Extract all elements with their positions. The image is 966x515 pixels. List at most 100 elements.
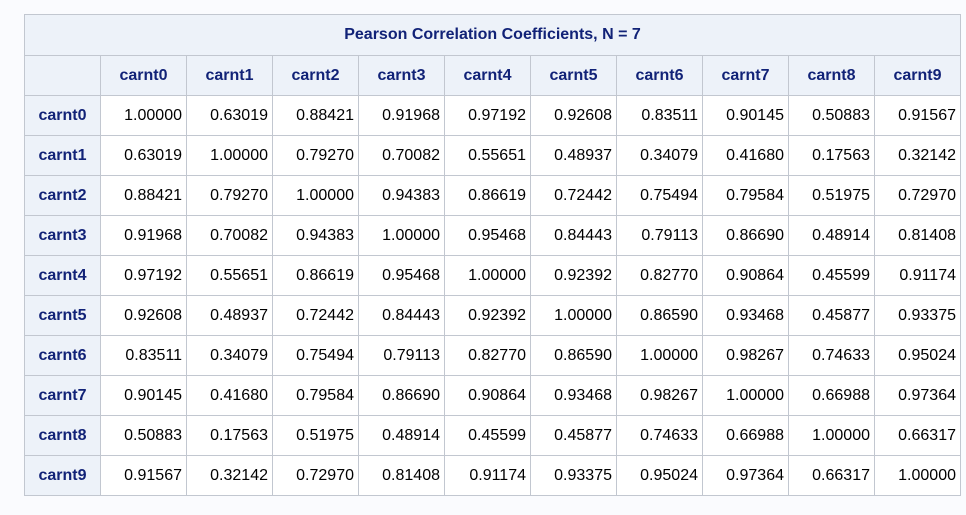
correlation-cell: 0.90145 (100, 375, 187, 416)
row-header-carnt6: carnt6 (24, 335, 101, 376)
column-header-carnt5: carnt5 (530, 55, 617, 96)
correlation-cell: 0.34079 (186, 335, 273, 376)
correlation-cell: 0.66317 (788, 455, 875, 496)
correlation-cell: 0.81408 (358, 455, 445, 496)
correlation-cell: 0.97192 (100, 255, 187, 296)
correlation-cell: 0.86690 (702, 215, 789, 256)
correlation-cell: 0.41680 (702, 135, 789, 176)
correlation-cell: 0.72442 (272, 295, 359, 336)
column-header-carnt0: carnt0 (100, 55, 187, 96)
correlation-cell: 1.00000 (272, 175, 359, 216)
correlation-cell: 0.48914 (358, 415, 445, 456)
correlation-cell: 0.88421 (100, 175, 187, 216)
correlation-cell: 0.86619 (444, 175, 531, 216)
correlation-cell: 0.51975 (788, 175, 875, 216)
row-header-carnt0: carnt0 (24, 95, 101, 136)
column-header-carnt7: carnt7 (702, 55, 789, 96)
correlation-cell: 0.97364 (702, 455, 789, 496)
correlation-cell: 0.34079 (616, 135, 703, 176)
table-row: carnt9 0.91567 0.32142 0.72970 0.81408 0.9117… (24, 455, 961, 496)
correlation-cell: 1.00000 (530, 295, 617, 336)
table-row: carnt6 0.83511 0.34079 0.75494 0.79113 0.8277… (24, 335, 961, 376)
correlation-cell: 0.79270 (272, 135, 359, 176)
correlation-cell: 1.00000 (874, 455, 961, 496)
table-body: carnt0 1.00000 0.63019 0.88421 0.91968 0.9719… (24, 95, 961, 496)
row-header-carnt3: carnt3 (24, 215, 101, 256)
table-row: carnt5 0.92608 0.48937 0.72442 0.84443 0.9239… (24, 295, 961, 336)
table-row: carnt1 0.63019 1.00000 0.79270 0.70082 0.5565… (24, 135, 961, 176)
correlation-cell: 0.93468 (530, 375, 617, 416)
correlation-table: Pearson Correlation Coefficients, N = 7 … (24, 14, 961, 496)
correlation-cell: 0.92608 (530, 95, 617, 136)
column-header-carnt1: carnt1 (186, 55, 273, 96)
correlation-cell: 0.72970 (874, 175, 961, 216)
correlation-cell: 0.79584 (272, 375, 359, 416)
table-row: carnt0 1.00000 0.63019 0.88421 0.91968 0.9719… (24, 95, 961, 136)
row-header-carnt4: carnt4 (24, 255, 101, 296)
correlation-cell: 0.94383 (358, 175, 445, 216)
table-row: carnt3 0.91968 0.70082 0.94383 1.00000 0.9546… (24, 215, 961, 256)
correlation-cell: 0.95468 (358, 255, 445, 296)
corner-cell (24, 55, 101, 96)
correlation-cell: 0.74633 (616, 415, 703, 456)
correlation-cell: 0.92392 (444, 295, 531, 336)
row-header-carnt7: carnt7 (24, 375, 101, 416)
column-header-carnt9: carnt9 (874, 55, 961, 96)
correlation-cell: 0.79113 (616, 215, 703, 256)
correlation-cell: 0.50883 (100, 415, 187, 456)
correlation-cell: 0.91174 (874, 255, 961, 296)
correlation-cell: 0.98267 (702, 335, 789, 376)
correlation-cell: 0.86590 (616, 295, 703, 336)
correlation-cell: 0.91567 (100, 455, 187, 496)
correlation-cell: 0.81408 (874, 215, 961, 256)
correlation-cell: 0.83511 (100, 335, 187, 376)
correlation-cell: 0.32142 (186, 455, 273, 496)
caption-row: Pearson Correlation Coefficients, N = 7 (24, 14, 961, 56)
correlation-cell: 0.91567 (874, 95, 961, 136)
correlation-cell: 0.70082 (358, 135, 445, 176)
correlation-cell: 0.97364 (874, 375, 961, 416)
column-header-carnt8: carnt8 (788, 55, 875, 96)
table-row: carnt2 0.88421 0.79270 1.00000 0.94383 0.8661… (24, 175, 961, 216)
correlation-cell: 0.86619 (272, 255, 359, 296)
correlation-cell: 0.82770 (616, 255, 703, 296)
correlation-cell: 0.84443 (530, 215, 617, 256)
row-header-carnt5: carnt5 (24, 295, 101, 336)
correlation-cell: 0.92392 (530, 255, 617, 296)
row-header-carnt1: carnt1 (24, 135, 101, 176)
correlation-cell: 0.48914 (788, 215, 875, 256)
correlation-table-container: Pearson Correlation Coefficients, N = 7 … (24, 14, 961, 496)
correlation-cell: 0.66988 (788, 375, 875, 416)
correlation-cell: 0.93375 (874, 295, 961, 336)
correlation-cell: 0.95024 (616, 455, 703, 496)
correlation-cell: 0.45599 (444, 415, 531, 456)
correlation-cell: 0.90145 (702, 95, 789, 136)
correlation-cell: 0.95024 (874, 335, 961, 376)
correlation-cell: 0.79584 (702, 175, 789, 216)
correlation-cell: 0.41680 (186, 375, 273, 416)
correlation-cell: 1.00000 (186, 135, 273, 176)
correlation-cell: 0.79270 (186, 175, 273, 216)
correlation-cell: 0.91174 (444, 455, 531, 496)
correlation-cell: 0.91968 (358, 95, 445, 136)
correlation-cell: 0.50883 (788, 95, 875, 136)
correlation-cell: 0.70082 (186, 215, 273, 256)
correlation-cell: 0.90864 (702, 255, 789, 296)
correlation-cell: 0.93375 (530, 455, 617, 496)
correlation-cell: 0.74633 (788, 335, 875, 376)
correlation-cell: 0.55651 (444, 135, 531, 176)
correlation-cell: 0.45877 (788, 295, 875, 336)
column-header-carnt6: carnt6 (616, 55, 703, 96)
correlation-cell: 0.83511 (616, 95, 703, 136)
correlation-cell: 0.75494 (272, 335, 359, 376)
row-header-carnt2: carnt2 (24, 175, 101, 216)
correlation-cell: 0.63019 (100, 135, 187, 176)
correlation-cell: 0.93468 (702, 295, 789, 336)
correlation-cell: 0.48937 (530, 135, 617, 176)
table-row: carnt7 0.90145 0.41680 0.79584 0.86690 0.9086… (24, 375, 961, 416)
correlation-cell: 0.79113 (358, 335, 445, 376)
column-header-carnt4: carnt4 (444, 55, 531, 96)
correlation-cell: 0.17563 (186, 415, 273, 456)
correlation-cell: 0.17563 (788, 135, 875, 176)
correlation-cell: 0.48937 (186, 295, 273, 336)
